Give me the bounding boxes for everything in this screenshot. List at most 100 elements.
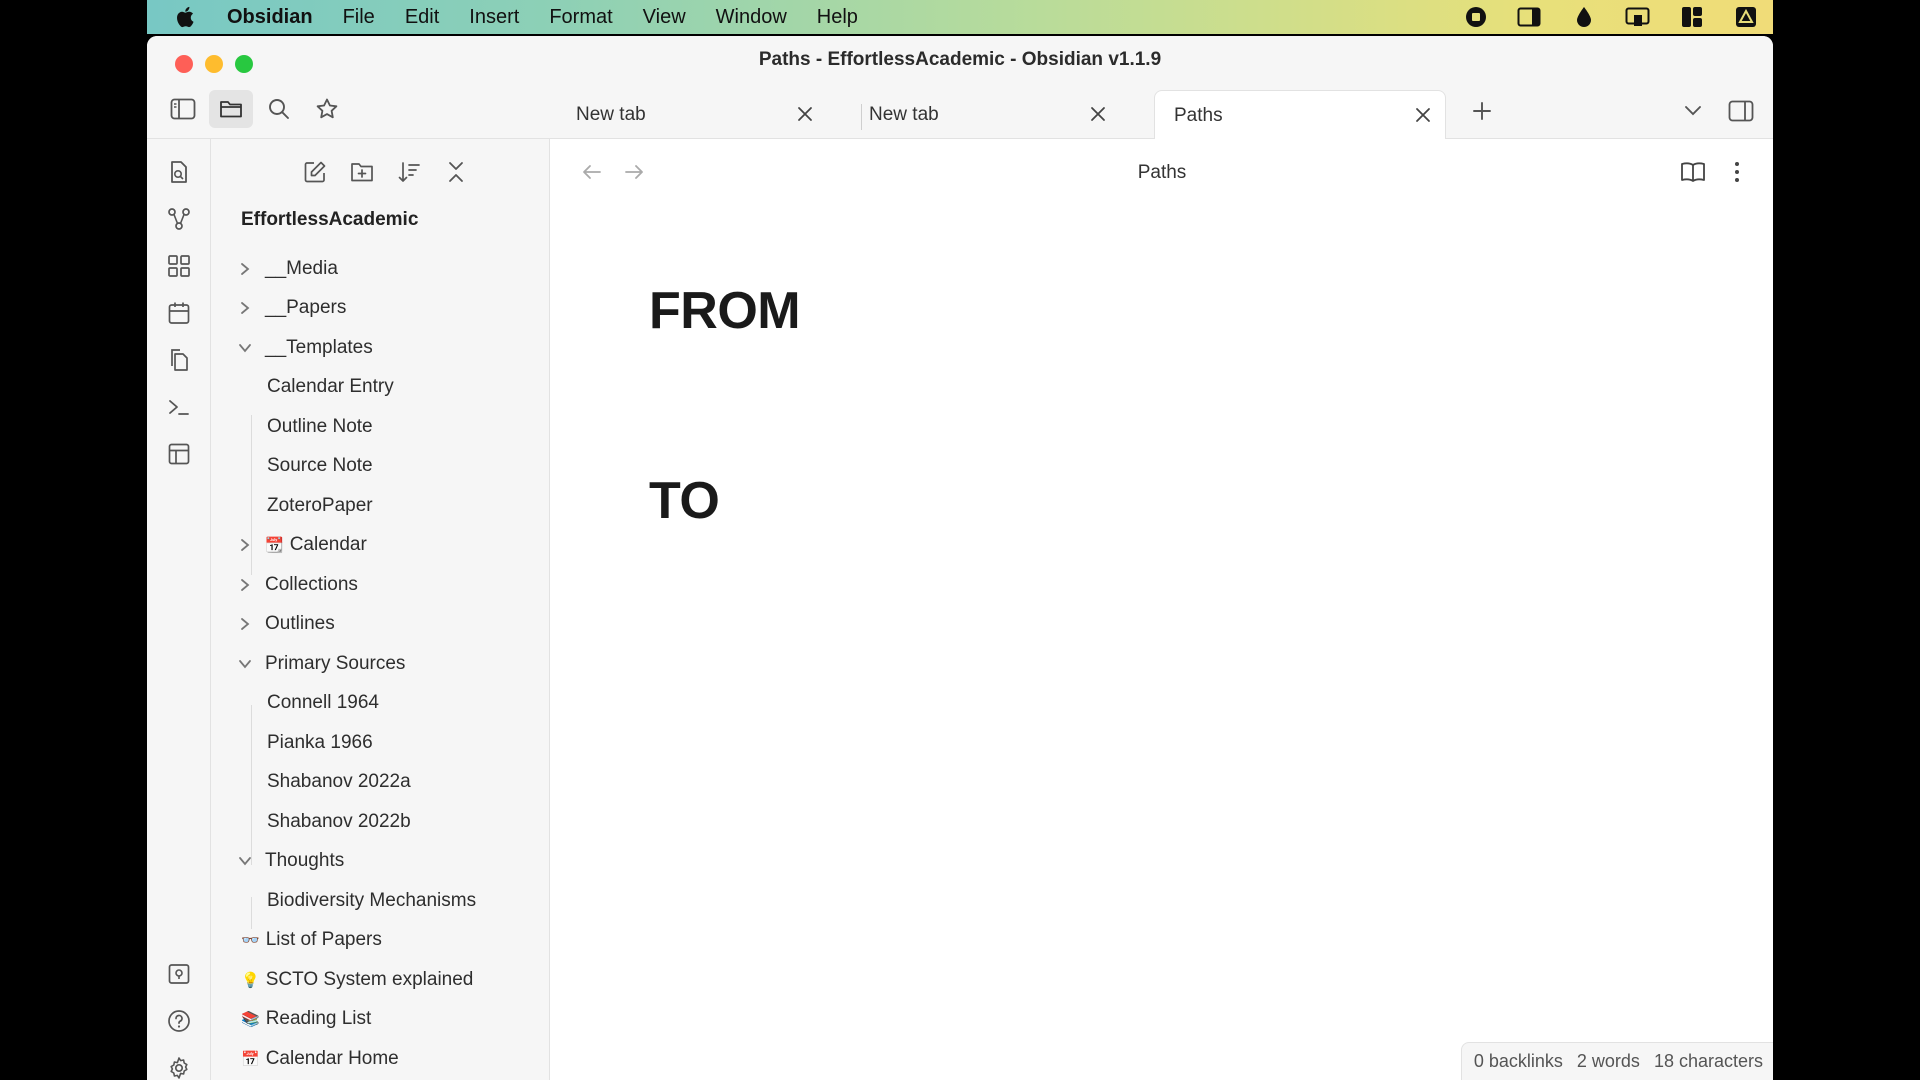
sidebar-tab-icons	[161, 90, 349, 128]
menu-file[interactable]: File	[343, 6, 375, 29]
tree-item-label: SCTO System explained	[265, 969, 474, 990]
vault-name[interactable]: EffortlessAcademic	[241, 209, 418, 231]
open-command-palette-button[interactable]	[157, 388, 201, 426]
tab-list-button[interactable]	[1671, 92, 1715, 130]
open-layout-button[interactable]	[157, 435, 201, 473]
open-graph-view-button[interactable]	[157, 200, 201, 238]
tree-file-shabanov-2022b[interactable]: Shabanov 2022b	[267, 806, 411, 838]
view-header-title[interactable]: Paths	[551, 162, 1773, 184]
tree-item-label: Shabanov 2022b	[267, 811, 411, 832]
menu-app-name[interactable]: Obsidian	[227, 6, 313, 29]
tree-file-outline-note[interactable]: Outline Note	[267, 411, 373, 443]
tab-bar: New tab New tab Paths	[147, 84, 1773, 140]
tree-folder-thoughts[interactable]: Thoughts	[237, 845, 344, 877]
tree-file-source-note[interactable]: Source Note	[267, 450, 373, 482]
collapse-all-button[interactable]	[434, 153, 478, 191]
more-options-button[interactable]	[1715, 153, 1759, 191]
new-folder-button[interactable]	[340, 153, 384, 191]
record-icon[interactable]	[1449, 6, 1503, 28]
sort-button[interactable]	[387, 153, 431, 191]
help-icon	[168, 1010, 190, 1032]
menu-edit[interactable]: Edit	[405, 6, 439, 29]
screen-mirroring-icon[interactable]	[1611, 6, 1665, 28]
files-view-button[interactable]	[209, 90, 253, 128]
tree-file-calendar-entry[interactable]: Calendar Entry	[267, 371, 394, 403]
books-emoji-icon: 📚	[241, 1011, 260, 1028]
tree-folder-outlines[interactable]: Outlines	[237, 608, 335, 640]
tree-item-label: __Templates	[265, 337, 373, 358]
menu-insert[interactable]: Insert	[469, 6, 519, 29]
drop-icon[interactable]	[1557, 5, 1611, 29]
tree-folder-calendar[interactable]: 📆 Calendar	[237, 529, 367, 561]
menu-help[interactable]: Help	[817, 6, 858, 29]
tree-folder-papers[interactable]: __Papers	[237, 292, 346, 324]
menu-window[interactable]: Window	[716, 6, 787, 29]
tree-folder-collections[interactable]: Collections	[237, 569, 358, 601]
note-heading-to[interactable]: TO	[649, 471, 720, 531]
right-sidebar-toggle[interactable]	[1719, 92, 1763, 130]
tree-file-calendar-home[interactable]: 📅 Calendar Home	[241, 1043, 399, 1075]
menu-format[interactable]: Format	[549, 6, 612, 29]
tree-file-list-of-papers[interactable]: 👓 List of Papers	[241, 924, 382, 956]
help-button[interactable]	[157, 1002, 201, 1040]
tree-file-shabanov-2022a[interactable]: Shabanov 2022a	[267, 766, 411, 798]
lightbulb-emoji-icon: 💡	[241, 972, 260, 989]
window-controls	[175, 55, 253, 73]
drive-icon[interactable]	[1719, 6, 1773, 28]
collapse-icon	[449, 162, 463, 182]
tab-paths[interactable]: Paths	[1154, 90, 1446, 140]
window-maximize-button[interactable]	[235, 55, 253, 73]
tree-file-biodiversity-mechanisms[interactable]: Biodiversity Mechanisms	[267, 885, 476, 917]
window-close-button[interactable]	[175, 55, 193, 73]
tree-file-scto-system-explained[interactable]: 💡 SCTO System explained	[241, 964, 473, 996]
tree-file-connell-1964[interactable]: Connell 1964	[267, 687, 379, 719]
sidebar-left-icon	[170, 98, 196, 120]
indent-guide	[251, 705, 252, 865]
tab-new-tab-2[interactable]: New tab	[837, 90, 1120, 139]
insert-template-button[interactable]	[157, 341, 201, 379]
reading-view-button[interactable]	[1671, 153, 1715, 191]
tree-folder-media[interactable]: __Media	[237, 253, 338, 285]
open-quick-switcher-button[interactable]	[157, 153, 201, 191]
tab-close-button[interactable]	[1411, 103, 1435, 127]
menu-view[interactable]: View	[643, 6, 686, 29]
sidebar-display-icon[interactable]	[1503, 6, 1557, 28]
settings-button[interactable]	[157, 1049, 201, 1080]
tree-item-label: Primary Sources	[265, 653, 406, 674]
open-daily-note-button[interactable]	[157, 294, 201, 332]
new-tab-button[interactable]	[1460, 92, 1504, 130]
tree-item-label: Source Note	[267, 455, 373, 476]
tab-close-button[interactable]	[1086, 102, 1110, 126]
tree-folder-primary-sources[interactable]: Primary Sources	[237, 648, 405, 680]
tree-item-label: Shabanov 2022a	[267, 771, 411, 792]
tab-new-tab-1[interactable]: New tab	[544, 90, 827, 139]
window-minimize-button[interactable]	[205, 55, 223, 73]
tree-item-label: Collections	[265, 574, 358, 595]
titlebar: Paths - EffortlessAcademic - Obsidian v1…	[147, 36, 1773, 84]
new-note-button[interactable]	[293, 153, 337, 191]
chevron-right-icon	[237, 537, 253, 553]
layout-grid-icon[interactable]	[1665, 6, 1719, 28]
note-heading-from[interactable]: FROM	[649, 281, 801, 341]
tree-file-reading-list[interactable]: 📚 Reading List	[241, 1003, 371, 1035]
search-view-button[interactable]	[257, 90, 301, 128]
status-word-count: 2 words	[1576, 1051, 1640, 1071]
edit-icon	[304, 161, 326, 183]
obsidian-window: Paths - EffortlessAcademic - Obsidian v1…	[147, 36, 1773, 1080]
status-backlinks[interactable]: 0 backlinks	[1474, 1051, 1563, 1072]
tree-item-label: __Media	[265, 258, 338, 279]
open-canvas-button[interactable]	[157, 247, 201, 285]
tab-label: Paths	[1174, 104, 1223, 126]
bookmarks-view-button[interactable]	[305, 90, 349, 128]
tree-file-zoteropaper[interactable]: ZoteroPaper	[267, 490, 373, 522]
terminal-icon	[169, 400, 189, 415]
menubar-tray	[1449, 0, 1773, 34]
tree-item-label: Calendar Home	[265, 1048, 399, 1069]
apple-icon[interactable]	[175, 5, 201, 29]
left-sidebar-toggle[interactable]	[161, 90, 205, 128]
tree-folder-templates[interactable]: __Templates	[237, 332, 373, 364]
open-vault-button[interactable]	[157, 955, 201, 993]
tree-file-pianka-1966[interactable]: Pianka 1966	[267, 727, 373, 759]
macos-menubar: Obsidian File Edit Insert Format View Wi…	[147, 0, 1773, 34]
tab-close-button[interactable]	[793, 102, 817, 126]
